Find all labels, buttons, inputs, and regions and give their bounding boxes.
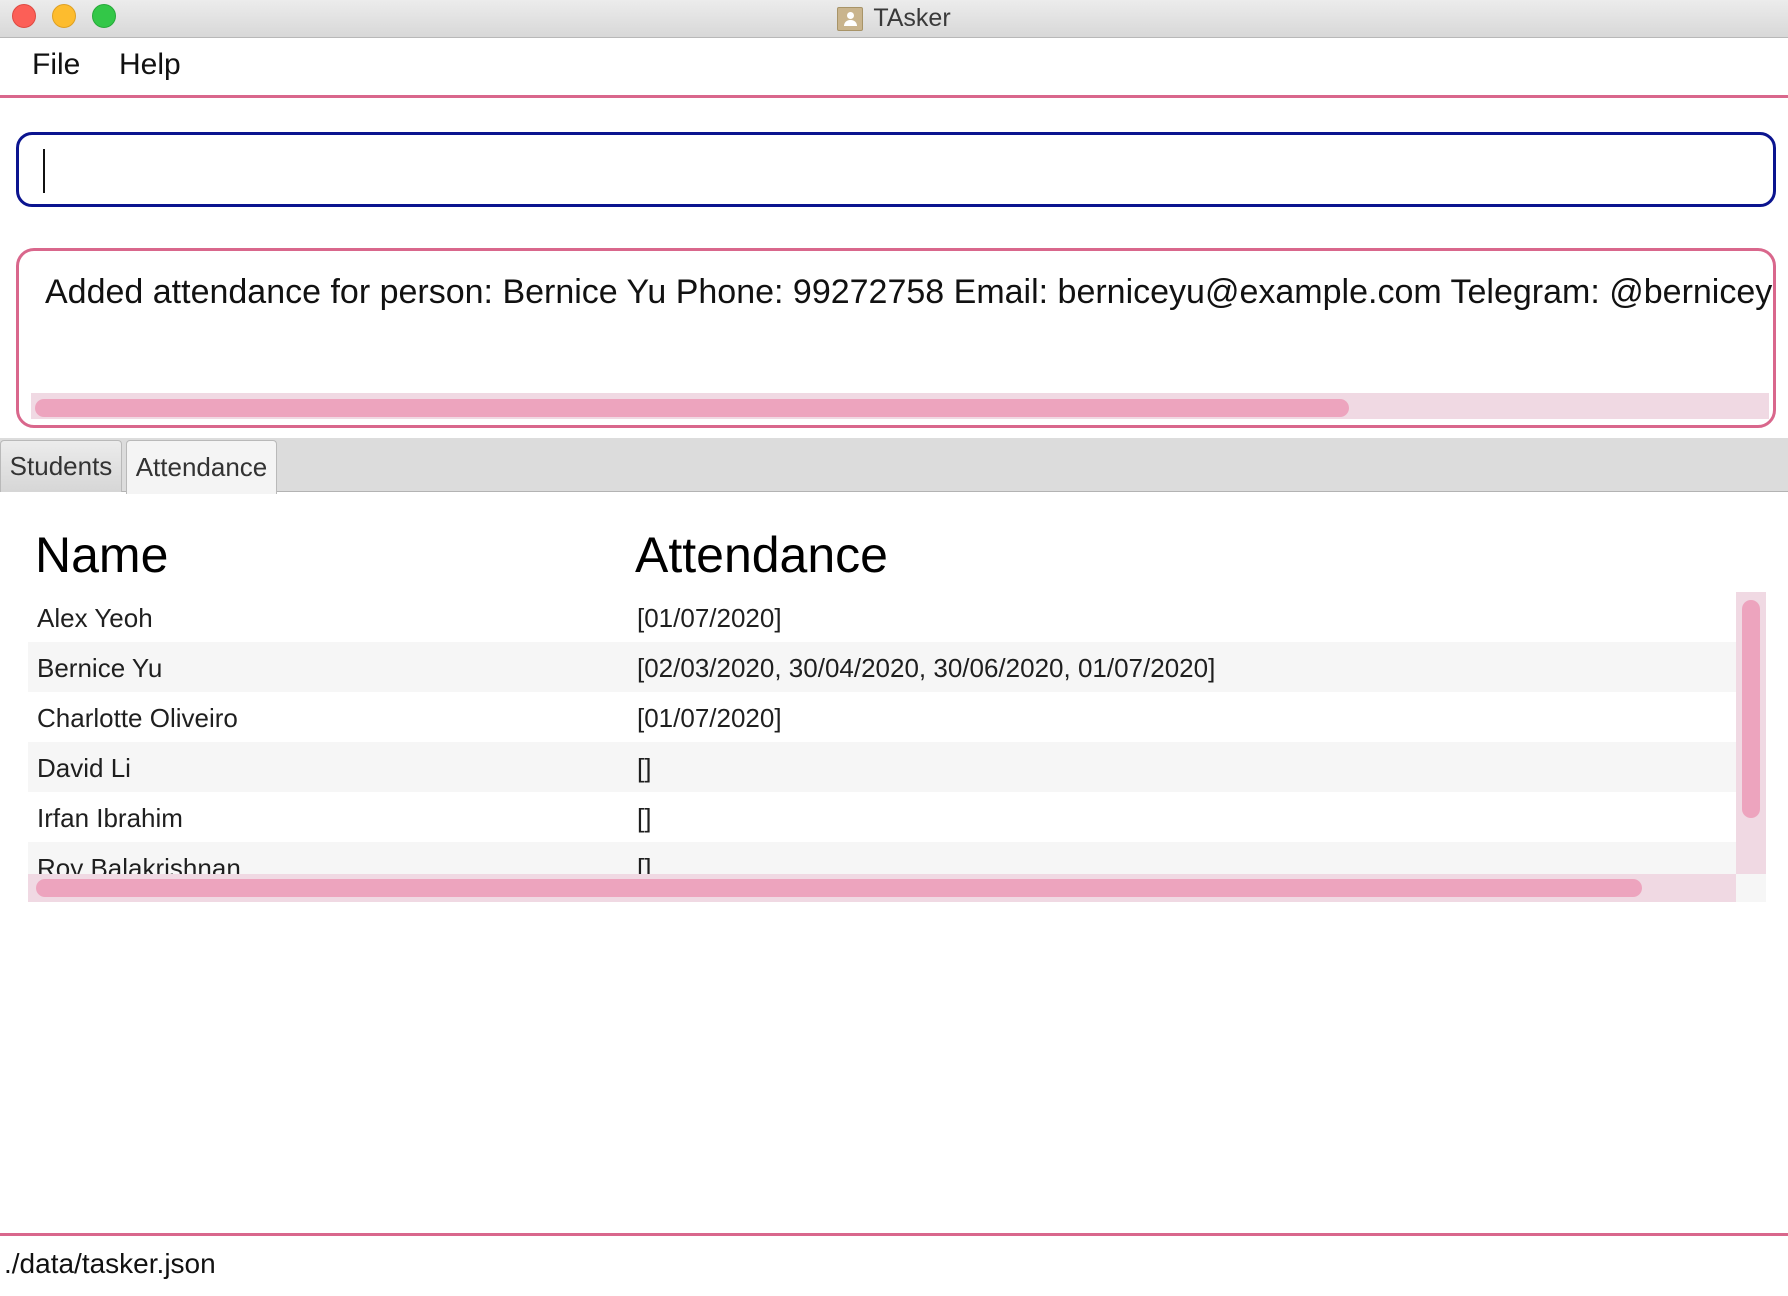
save-location-path: ./data/tasker.json <box>4 1248 216 1279</box>
table-row[interactable]: Charlotte Oliveiro [01/07/2020] <box>28 692 1736 742</box>
result-message: Added attendance for person: Bernice Yu … <box>45 273 1776 311</box>
row-attendance: [01/07/2020] <box>637 703 782 733</box>
attendance-table: Alex Yeoh [01/07/2020] Bernice Yu [02/03… <box>28 592 1736 874</box>
column-header-attendance: Attendance <box>635 527 888 583</box>
scrollbar-corner <box>1736 874 1766 902</box>
menu-file[interactable]: File <box>32 48 80 82</box>
row-name: Irfan Ibrahim <box>37 803 183 833</box>
column-header-name: Name <box>35 527 169 583</box>
row-name: David Li <box>37 753 131 783</box>
table-row[interactable]: David Li [] <box>28 742 1736 792</box>
menu-help[interactable]: Help <box>119 48 181 82</box>
status-bar: ./data/tasker.json <box>0 1233 1788 1296</box>
result-horizontal-scroll-thumb[interactable] <box>35 399 1349 417</box>
window-title: TAsker <box>873 4 951 32</box>
command-box <box>16 132 1776 207</box>
title-bar: TAsker <box>0 0 1788 38</box>
table-row[interactable]: Roy Balakrishnan [] <box>28 842 1736 874</box>
command-input[interactable] <box>43 149 1747 193</box>
table-vertical-scroll-thumb[interactable] <box>1742 600 1760 818</box>
row-name: Roy Balakrishnan <box>37 853 241 874</box>
menu-bar: File Help <box>0 38 1788 98</box>
address-book-icon <box>837 6 864 31</box>
row-name: Charlotte Oliveiro <box>37 703 238 733</box>
table-row[interactable]: Irfan Ibrahim [] <box>28 792 1736 842</box>
table-horizontal-scroll-thumb[interactable] <box>36 879 1642 897</box>
row-attendance: [] <box>637 853 652 874</box>
row-attendance: [01/07/2020] <box>637 603 782 633</box>
tab-bar: Students Attendance <box>0 438 1788 494</box>
row-attendance: [02/03/2020, 30/04/2020, 30/06/2020, 01/… <box>637 653 1216 683</box>
title-wrap: TAsker <box>0 0 1788 37</box>
result-display: Added attendance for person: Bernice Yu … <box>16 248 1776 428</box>
table-row[interactable]: Bernice Yu [02/03/2020, 30/04/2020, 30/0… <box>28 642 1736 692</box>
row-attendance: [] <box>637 753 652 783</box>
row-attendance: [] <box>637 803 652 833</box>
table-row[interactable]: Alex Yeoh [01/07/2020] <box>28 592 1736 642</box>
tab-students[interactable]: Students <box>0 440 122 492</box>
text-caret <box>43 149 45 193</box>
tab-attendance[interactable]: Attendance <box>126 440 277 494</box>
row-name: Alex Yeoh <box>37 603 153 633</box>
row-name: Bernice Yu <box>37 653 163 683</box>
